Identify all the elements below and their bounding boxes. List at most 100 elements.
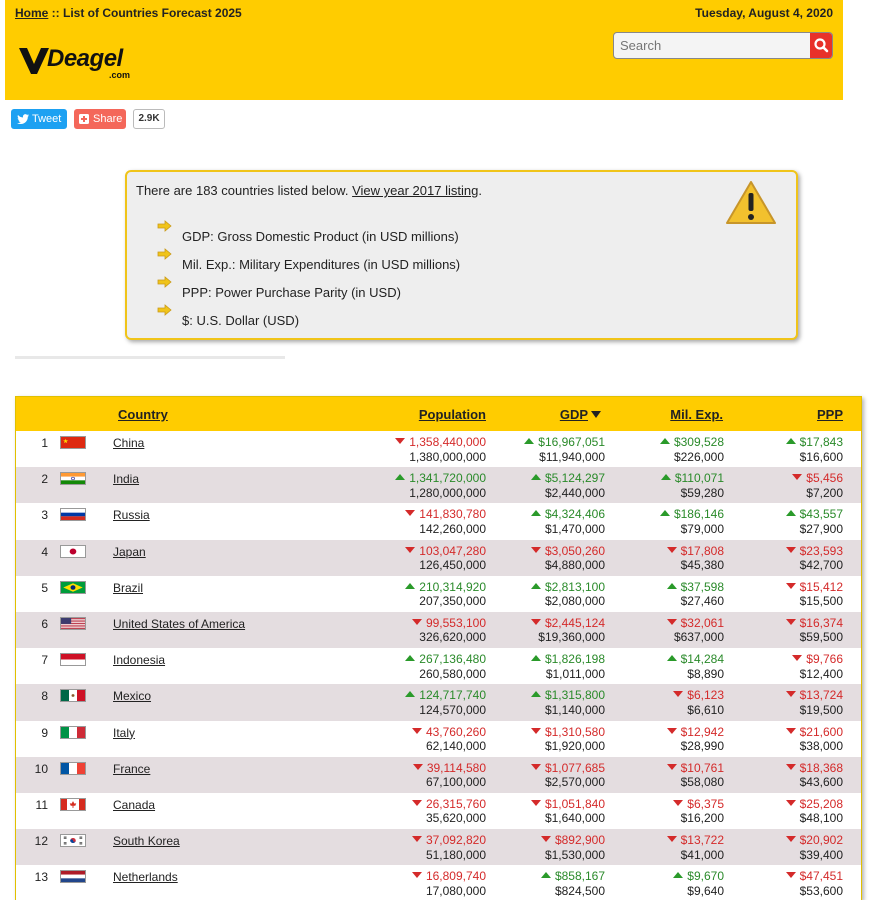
country-link[interactable]: Canada (113, 798, 155, 812)
trend-down-icon (785, 582, 796, 589)
ppp-forecast-value: $15,412 (799, 579, 843, 594)
population-cell: 43,760,260 62,140,000 (326, 725, 486, 754)
breadcrumb: Home :: List of Countries Forecast 2025 (15, 6, 242, 20)
gdp-forecast-value: $3,050,260 (544, 543, 605, 558)
flag-cn-icon (60, 436, 86, 449)
country-link[interactable]: India (113, 472, 139, 486)
ppp-cell: $20,902 $39,400 (733, 833, 843, 862)
mil-exp-forecast: $14,284 (614, 652, 724, 667)
gdp-cell: $4,324,406 $1,470,000 (495, 507, 605, 536)
population-forecast-value: 43,760,260 (425, 724, 486, 739)
trend-down-icon (792, 474, 803, 481)
table-row: 11 Canada 26,315,760 35,620,000 $1,051,840 $1… (16, 793, 861, 829)
country-link[interactable]: United States of America (113, 617, 245, 631)
mil-exp-cell: $110,071 $59,280 (614, 471, 724, 500)
population-forecast: 37,092,820 (326, 833, 486, 848)
gdp-current-value: $1,011,000 (545, 666, 605, 681)
population-current-value: 124,570,000 (419, 702, 486, 717)
table-row: 12 South Korea 37,092,820 51,180,000 $892,90… (16, 829, 861, 866)
column-header-ppp[interactable]: PPP (817, 407, 843, 422)
gdp-forecast: $5,124,297 (495, 471, 605, 486)
ppp-current-value: $48,100 (799, 811, 843, 826)
search-button[interactable] (810, 33, 832, 58)
trend-down-icon (666, 836, 677, 843)
home-link[interactable]: Home (15, 6, 48, 20)
rank: 3 (41, 508, 48, 523)
gdp-forecast: $1,315,800 (495, 688, 605, 703)
ppp-current-value: $12,400 (799, 666, 843, 681)
country-link[interactable]: Netherlands (113, 870, 178, 884)
population-forecast-value: 37,092,820 (425, 833, 486, 848)
country-link[interactable]: France (113, 762, 150, 776)
country-link[interactable]: South Korea (113, 834, 180, 848)
flag-it-icon (60, 725, 86, 739)
site-logo[interactable]: Deagel .com (17, 42, 147, 84)
gdp-forecast: $4,324,406 (495, 507, 605, 522)
population-forecast-value: 103,047,280 (419, 543, 486, 558)
population-cell: 267,136,480 260,580,000 (326, 652, 486, 681)
ppp-forecast-value: $13,724 (799, 688, 843, 703)
population-current-value: 126,450,000 (419, 558, 486, 573)
population-cell: 124,717,740 124,570,000 (326, 688, 486, 717)
arrow-right-icon (157, 276, 172, 288)
rank: 6 (41, 616, 48, 631)
trend-up-icon (530, 655, 541, 662)
trend-down-icon (405, 546, 416, 553)
search-icon (814, 38, 829, 53)
view-2017-link[interactable]: View year 2017 listing (352, 183, 478, 198)
mil-exp-current-value: $6,610 (687, 702, 724, 717)
table-row: 5 Brazil 210,314,920 207,350,000 $2,813,100 $… (16, 576, 861, 612)
country-link[interactable]: China (113, 436, 144, 450)
population-current-value: 260,580,000 (419, 666, 486, 681)
population-forecast-value: 141,830,780 (419, 507, 486, 522)
country-link[interactable]: Mexico (113, 689, 151, 703)
gdp-cell: $1,310,580 $1,920,000 (495, 725, 605, 754)
gdp-forecast: $1,077,685 (495, 761, 605, 776)
mil-exp-forecast: $6,123 (614, 688, 724, 703)
trend-down-icon (530, 618, 541, 625)
mil-exp-forecast-value: $9,670 (687, 869, 724, 884)
gdp-current-value: $19,360,000 (538, 630, 605, 645)
gdp-forecast: $858,167 (495, 869, 605, 884)
population-cell: 39,114,580 67,100,000 (326, 761, 486, 790)
trend-down-icon (411, 727, 422, 734)
ppp-forecast-value: $21,600 (799, 724, 843, 739)
flag-jp-icon (60, 544, 86, 558)
ppp-cell: $5,456 $7,200 (733, 471, 843, 500)
share-button[interactable]: Share (74, 109, 126, 129)
ppp-cell: $23,593 $42,700 (733, 544, 843, 573)
trend-down-icon (411, 836, 422, 843)
country-link[interactable]: Japan (113, 545, 146, 559)
population-forecast-value: 1,341,720,000 (409, 471, 486, 486)
column-header-population[interactable]: Population (419, 407, 486, 422)
gdp-current-value: $1,530,000 (544, 847, 605, 862)
ppp-current-value: $53,600 (799, 883, 843, 898)
column-header-gdp[interactable]: GDP (560, 407, 601, 422)
population-forecast: 1,358,440,000 (326, 435, 486, 450)
population-cell: 37,092,820 51,180,000 (326, 833, 486, 862)
population-current-value: 1,380,000,000 (409, 449, 486, 464)
gdp-cell: $2,445,124 $19,360,000 (495, 616, 605, 645)
column-header-mil-exp[interactable]: Mil. Exp. (670, 407, 723, 422)
mil-exp-current-value: $27,460 (680, 594, 724, 609)
search-input[interactable] (614, 33, 810, 58)
country-link[interactable]: Italy (113, 726, 135, 740)
gdp-cell: $1,077,685 $2,570,000 (495, 761, 605, 790)
trend-down-icon (673, 799, 684, 806)
ppp-forecast-value: $20,902 (799, 833, 843, 848)
country-link[interactable]: Brazil (113, 581, 143, 595)
ppp-forecast-value: $25,208 (799, 796, 843, 811)
population-forecast: 267,136,480 (326, 652, 486, 667)
trend-down-icon (411, 872, 422, 879)
population-forecast: 141,830,780 (326, 507, 486, 522)
country-link[interactable]: Russia (113, 508, 150, 522)
ppp-forecast-value: $47,451 (799, 869, 843, 884)
mil-exp-forecast: $12,942 (614, 725, 724, 740)
population-current-value: 62,140,000 (425, 739, 486, 753)
tweet-button[interactable]: Tweet (11, 109, 67, 129)
mil-exp-current-value: $28,990 (680, 739, 724, 753)
country-link[interactable]: Indonesia (113, 653, 165, 667)
column-header-country[interactable]: Country (118, 407, 168, 422)
gdp-forecast: $1,051,840 (495, 797, 605, 812)
gdp-cell: $892,900 $1,530,000 (495, 833, 605, 862)
